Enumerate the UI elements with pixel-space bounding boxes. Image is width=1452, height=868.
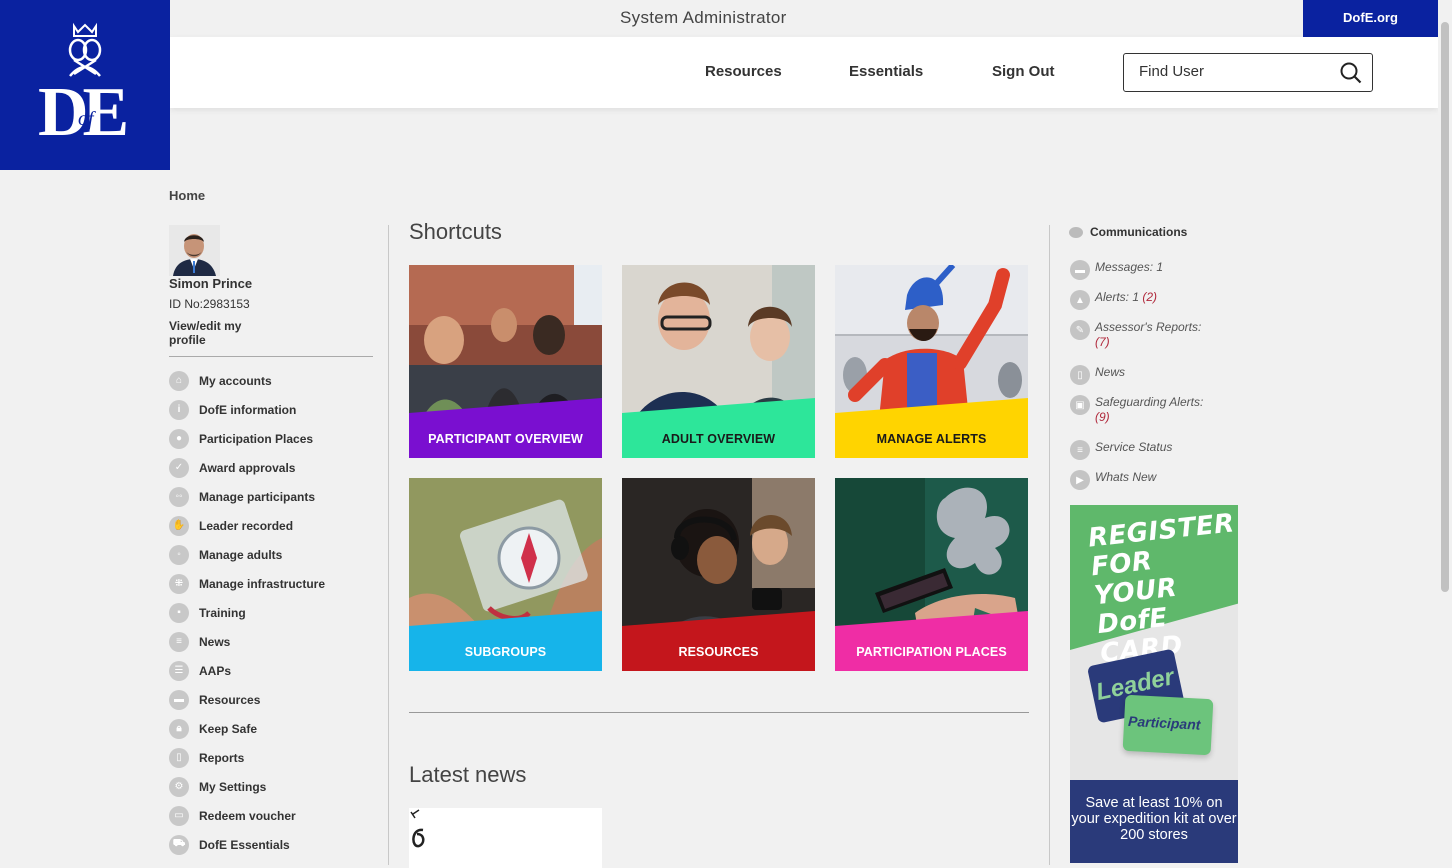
info-icon: i [169,399,189,420]
play-icon: ▶ [1070,470,1090,490]
sidebar-item-award-approvals[interactable]: ✓ Award approvals [169,453,325,482]
crown-icon [68,22,102,77]
hand-icon: ✋ [169,515,189,536]
news-icon: ≡ [169,631,189,652]
gear-icon: ⚙︎ [169,776,189,797]
column-divider [388,225,389,865]
nav-essentials[interactable]: Essentials [849,63,923,80]
sidebar-item-news[interactable]: ≡ News [169,627,325,656]
folder-icon: ▬ [169,689,189,710]
sidebar-menu: ⌂ My accounts i DofE information ● Particip… [169,366,325,859]
lock-icon: ▣ [1070,395,1090,415]
network-icon: ⁜ [169,573,189,594]
profile-id: ID No:2983153 [169,297,250,311]
section-divider [409,712,1029,713]
tile-label: RESOURCES [678,645,759,659]
tile-adult-overview[interactable]: ADULT OVERVIEW [622,265,815,458]
sidebar-item-manage-adults[interactable]: ◦ Manage adults [169,540,325,569]
sidebar-item-dofe-information[interactable]: i DofE information [169,395,325,424]
sidebar-item-my-settings[interactable]: ⚙︎ My Settings [169,772,325,801]
cart-icon: ⛟ [169,834,189,855]
message-icon: ▬ [1070,260,1090,280]
sidebar-item-my-accounts[interactable]: ⌂ My accounts [169,366,325,395]
edit-profile-link[interactable]: View/edit my profile [169,319,279,347]
news-card[interactable] [409,808,602,868]
tile-label: PARTICIPANT OVERVIEW [428,432,583,446]
home-icon: ⌂ [169,370,189,391]
person-icon: ● [169,428,189,449]
tile-manage-alerts[interactable]: MANAGE ALERTS [835,265,1028,458]
tile-label: SUBGROUPS [464,645,547,659]
tile-resources[interactable]: RESOURCES [622,478,815,671]
sidebar-item-manage-infrastructure[interactable]: ⁜ Manage infrastructure [169,569,325,598]
search-icon[interactable] [1340,62,1362,84]
sidebar-item-leader-recorded[interactable]: ✋ Leader recorded [169,511,325,540]
sidebar-divider [169,356,373,357]
lock-icon: 🔒︎ [169,718,189,739]
comm-assessor-reports[interactable]: ✎ Assessor's Reports: (7) [1070,320,1230,350]
people-icon: ◦◦ [169,486,189,507]
chat-bubble-icon [1069,226,1083,238]
comm-news[interactable]: ▯ News [1070,365,1230,385]
scrollbar-thumb[interactable] [1441,22,1449,592]
breadcrumb-home[interactable]: Home [169,188,205,203]
sidebar-item-redeem-voucher[interactable]: ▭ Redeem voucher [169,801,325,830]
tile-label: ADULT OVERVIEW [661,432,776,446]
sidebar-item-reports[interactable]: ▯ Reports [169,743,325,772]
user-role: System Administrator [620,8,787,27]
news-thumbnail-icon [410,809,425,848]
tile-participant-overview[interactable]: PARTICIPANT OVERVIEW [409,265,602,458]
sidebar-item-manage-participants[interactable]: ◦◦ Manage participants [169,482,325,511]
comm-messages[interactable]: ▬ Messages: 1 [1070,260,1230,280]
sidebar-item-resources[interactable]: ▬ Resources [169,685,325,714]
participant-card: Participant [1122,694,1214,756]
tile-label: PARTICIPATION PLACES [856,645,1007,659]
find-user-box [1123,53,1373,92]
dofe-logo[interactable]: DE of [0,0,170,170]
shortcuts-title: Shortcuts [409,219,502,244]
column-divider [1049,225,1050,865]
document-icon: ▯ [169,747,189,768]
ad-headline: REGISTER FOR YOUR DofE CARD [1086,508,1237,669]
sidebar-item-keep-safe[interactable]: 🔒︎ Keep Safe [169,714,325,743]
logo-of: of [78,108,94,130]
sidebar-item-dofe-essentials[interactable]: ⛟ DofE Essentials [169,830,325,859]
nav-resources[interactable]: Resources [705,63,782,80]
tile-participation-places[interactable]: PARTICIPATION PLACES [835,478,1028,671]
voucher-icon: ▭ [169,805,189,826]
find-user-input[interactable] [1139,63,1329,80]
comm-service-status[interactable]: ≡ Service Status [1070,440,1230,460]
report-icon: ✎ [1070,320,1090,340]
nav-sign-out[interactable]: Sign Out [992,63,1055,80]
shield-check-icon: ✓ [169,457,189,478]
sidebar-item-training[interactable]: ▪ Training [169,598,325,627]
profile-name: Simon Prince [169,276,253,291]
alert-icon: ▲ [1070,290,1090,310]
top-bar: System Administrator DofE.org [170,0,1438,37]
adults-icon: ◦ [169,544,189,565]
dofe-card-ad[interactable]: REGISTER FOR YOUR DofE CARD Leader Parti… [1070,505,1238,863]
news-icon: ▯ [1070,365,1090,385]
ad-promo-text: Save at least 10% on your expedition kit… [1071,795,1237,843]
tile-subgroups[interactable]: SUBGROUPS [409,478,602,671]
training-icon: ▪ [169,602,189,623]
comm-safeguarding-alerts[interactable]: ▣ Safeguarding Alerts: (9) [1070,395,1230,425]
comm-alerts[interactable]: ▲ Alerts: 1 (2) [1070,290,1230,310]
sidebar-item-participation-places[interactable]: ● Participation Places [169,424,325,453]
sidebar-item-aaps[interactable]: ☰ AAPs [169,656,325,685]
main-nav: Resources Essentials Sign Out [170,37,1438,108]
latest-news-title: Latest news [409,762,527,787]
tile-label: MANAGE ALERTS [876,432,987,446]
communications-heading: Communications [1069,225,1187,239]
avatar[interactable] [169,225,220,276]
comm-whats-new[interactable]: ▶ Whats New [1070,470,1230,490]
status-icon: ≡ [1070,440,1090,460]
dofe-org-link[interactable]: DofE.org [1303,0,1438,37]
scrollbar[interactable] [1438,0,1452,863]
list-icon: ☰ [169,660,189,681]
